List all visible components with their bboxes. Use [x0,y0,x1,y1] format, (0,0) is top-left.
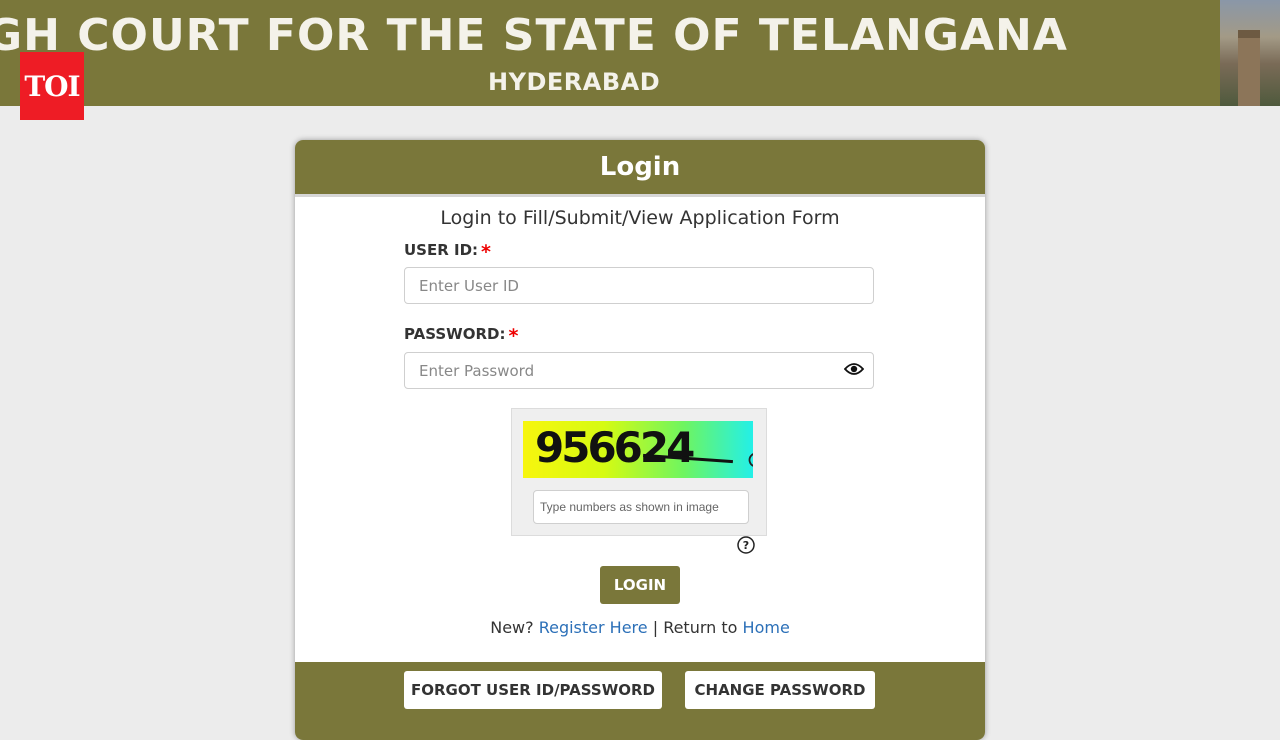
password-input[interactable] [404,352,874,389]
new-text: New? [490,618,534,637]
captcha-box: 956624 [511,408,767,536]
login-subtitle: Login to Fill/Submit/View Application Fo… [440,207,840,229]
password-label-text: PASSWORD: [404,325,506,343]
home-link[interactable]: Home [743,618,790,637]
required-mark: * [481,241,491,263]
required-mark: * [508,325,519,347]
return-text: Return to [663,618,738,637]
login-button[interactable]: LOGIN [600,566,680,604]
captcha-image: 956624 [523,421,753,478]
forgot-credentials-button[interactable]: FORGOT USER ID/PASSWORD [404,671,662,709]
banner-title: GH COURT FOR THE STATE OF TELANGANA [0,10,1068,61]
captcha-input[interactable] [533,490,749,524]
register-home-links: New? Register Here | Return to Home [295,618,985,637]
help-icon[interactable]: ? [737,536,755,554]
link-separator: | [652,618,659,637]
svg-text:?: ? [743,539,749,552]
change-password-button[interactable]: CHANGE PASSWORD [685,671,875,709]
user-id-label: USER ID: * [404,241,491,263]
court-building-photo [1220,0,1280,106]
banner-subtitle: HYDERABAD [488,68,661,96]
login-heading: Login [295,140,985,197]
refresh-icon[interactable] [747,451,753,469]
user-id-label-text: USER ID: [404,241,479,259]
login-card: Login Login to Fill/Submit/View Applicat… [295,140,985,740]
password-label: PASSWORD: * [404,325,518,347]
toi-watermark-logo: TOI [20,52,84,120]
captcha-code: 956624 [535,423,695,472]
eye-icon[interactable] [844,362,864,376]
register-link[interactable]: Register Here [539,618,648,637]
login-card-footer: FORGOT USER ID/PASSWORD CHANGE PASSWORD [295,662,985,740]
user-id-input[interactable] [404,267,874,304]
header-banner: GH COURT FOR THE STATE OF TELANGANA HYDE… [0,0,1280,106]
